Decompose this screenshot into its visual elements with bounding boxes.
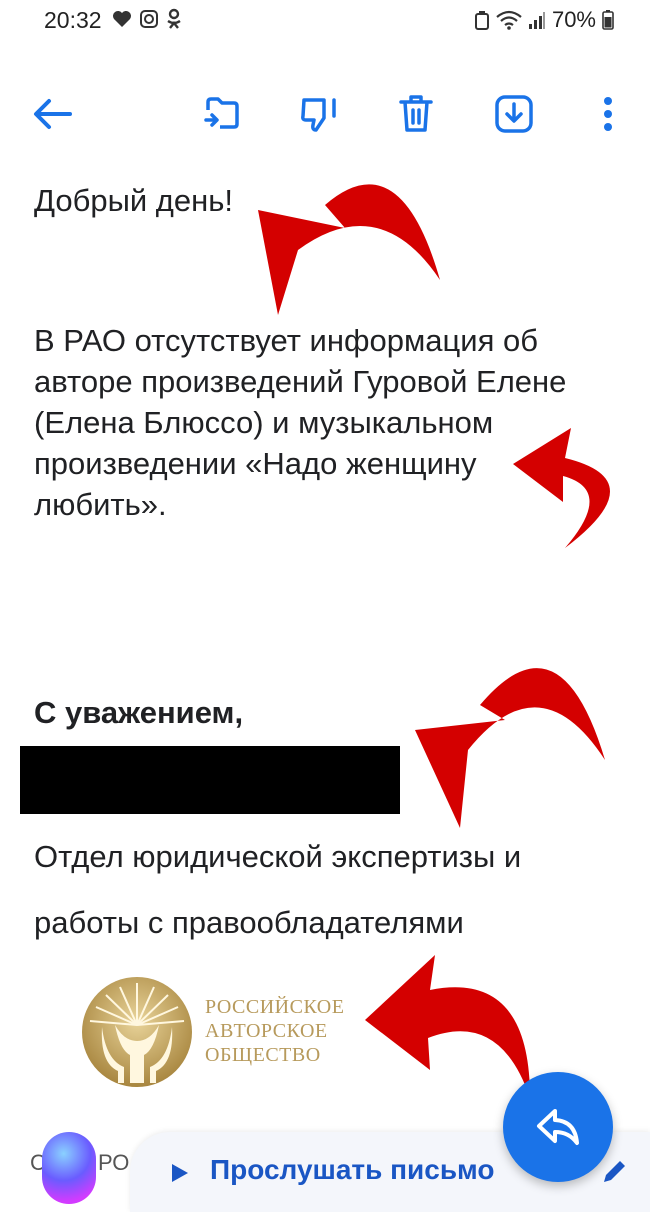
battery-percent: 70%	[551, 7, 596, 32]
move-button[interactable]	[200, 92, 244, 136]
delete-icon	[399, 95, 433, 132]
heart-icon	[113, 11, 131, 27]
email-signoff: С уважением,	[34, 695, 244, 730]
logo-line: АВТОРСКОЕ	[205, 1020, 328, 1042]
signal-icon	[528, 12, 545, 29]
dislike-icon	[301, 98, 336, 132]
email-toolbar	[0, 78, 650, 150]
body-line: В РАО отсутствует информация об	[34, 323, 538, 358]
recycle-icon	[474, 11, 489, 30]
department-line-2: работы с правообладателями	[34, 905, 464, 940]
wifi-icon	[496, 10, 522, 30]
reply-button[interactable]	[503, 1072, 613, 1182]
rao-emblem-icon	[82, 977, 192, 1087]
listen-email-label: Прослушать письмо	[210, 1154, 495, 1185]
status-icons-left	[112, 8, 182, 30]
instagram-icon	[140, 10, 158, 28]
logo-line: РОССИЙСКОЕ	[205, 996, 345, 1018]
red-arrow-annotation	[415, 668, 605, 828]
status-icons-right: 70%	[474, 7, 614, 33]
battery-icon	[602, 10, 614, 30]
dislike-button[interactable]	[298, 92, 342, 136]
ok-icon	[167, 8, 181, 29]
save-button[interactable]	[492, 92, 536, 136]
rao-logo-text: РОССИЙСКОЕ АВТОРСКОЕ ОБЩЕСТВО	[205, 995, 344, 1067]
logo-line: ОБЩЕСТВО	[205, 1044, 321, 1066]
assistant-orb[interactable]	[42, 1132, 96, 1204]
back-arrow-icon	[34, 99, 72, 129]
status-time: 20:32	[44, 7, 102, 33]
footer-partial-text: РО	[98, 1150, 130, 1175]
red-arrow-annotation	[513, 428, 610, 548]
move-icon	[204, 97, 239, 129]
more-options-button[interactable]	[586, 92, 630, 136]
rao-logo: РОССИЙСКОЕ АВТОРСКОЕ ОБЩЕСТВО	[80, 975, 370, 1095]
email-greeting: Добрый день!	[34, 183, 234, 218]
play-icon	[172, 1164, 188, 1182]
back-button[interactable]	[30, 92, 74, 136]
status-bar: 20:32 70%	[0, 0, 650, 44]
reply-icon	[537, 1109, 579, 1145]
red-arrow-annotation	[258, 184, 440, 315]
edit-icon[interactable]	[598, 1156, 630, 1188]
more-icon	[604, 97, 612, 131]
redacted-name	[20, 746, 400, 814]
red-arrow-annotation	[365, 955, 530, 1098]
department-line-1: Отдел юридической экспертизы и	[34, 839, 522, 874]
save-icon	[495, 95, 533, 133]
delete-button[interactable]	[394, 92, 438, 136]
body-line: авторе произведений Гуровой Елене	[34, 364, 567, 399]
